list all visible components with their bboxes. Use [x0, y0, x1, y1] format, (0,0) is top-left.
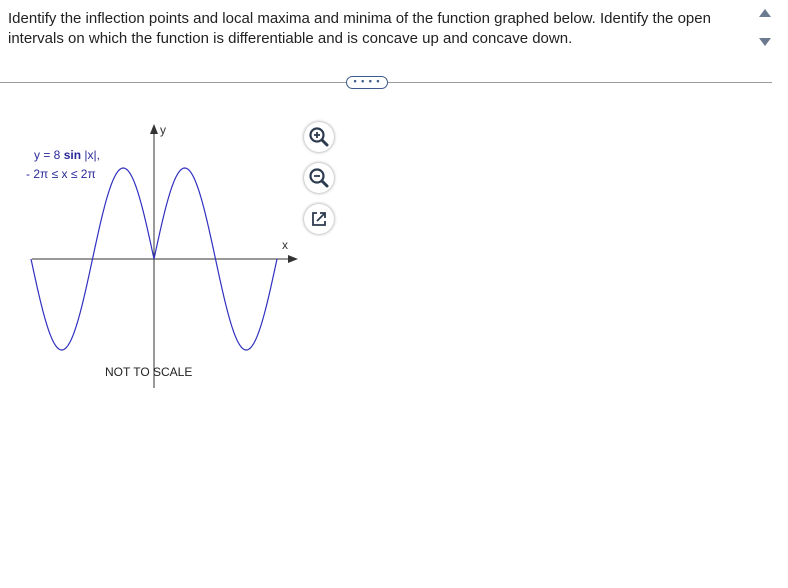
y-axis-arrow: [150, 124, 158, 134]
not-to-scale-note: NOT TO SCALE: [105, 365, 192, 379]
popout-icon: [312, 212, 326, 226]
question-text: Identify the inflection points and local…: [8, 10, 711, 47]
more-options-button[interactable]: • • • •: [346, 76, 388, 89]
x-axis-arrow: [288, 255, 298, 263]
zoom-in-icon: [309, 127, 329, 147]
domain-label: - 2π ≤ x ≤ 2π: [26, 167, 96, 181]
function-graph: y = 8 sin |x|, - 2π ≤ x ≤ 2π y x NOT TO …: [26, 123, 298, 388]
zoom-out-button[interactable]: [304, 163, 334, 193]
equation-label: y = 8 sin |x|,: [34, 148, 100, 162]
popout-button[interactable]: [304, 204, 334, 234]
y-axis-label: y: [160, 123, 166, 137]
scroll-down-icon[interactable]: [759, 38, 771, 46]
scroll-control[interactable]: [756, 9, 774, 49]
zoom-in-button[interactable]: [304, 122, 334, 152]
x-axis-label: x: [282, 238, 288, 252]
scroll-up-icon[interactable]: [759, 9, 771, 17]
zoom-out-icon: [309, 168, 329, 188]
